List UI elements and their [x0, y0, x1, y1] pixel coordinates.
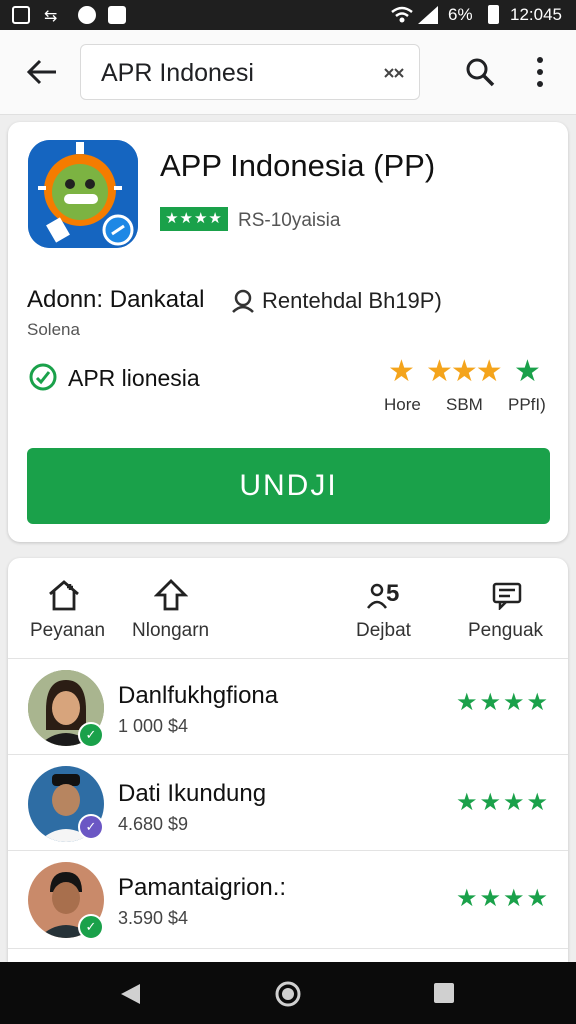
- star-icon: ★: [388, 355, 415, 388]
- brand-label: APR lionesia: [68, 365, 200, 391]
- search-icon[interactable]: [464, 56, 496, 88]
- divider: [8, 850, 568, 851]
- list-item[interactable]: ✓ Danlfukhgfiona 1 000 $4 ★★★★: [8, 660, 568, 754]
- list-item[interactable]: ✓ Dati Ikundung 4.680 $9 ★★★★: [8, 756, 568, 850]
- upload-icon: [154, 579, 188, 611]
- tab-dejbat[interactable]: 5 Dejbat: [356, 576, 426, 646]
- home-nav-icon[interactable]: [274, 980, 302, 1008]
- tab-label: Dejbat: [356, 620, 411, 641]
- verified-badge-icon: ✓: [78, 814, 104, 840]
- back-arrow-icon[interactable]: [26, 58, 58, 86]
- gallery-icon: [12, 6, 30, 24]
- search-query: APR Indonesi: [101, 59, 254, 87]
- wifi-icon: [391, 6, 413, 23]
- app-logo-icon[interactable]: [28, 140, 138, 248]
- search-input[interactable]: APR Indonesi: [80, 44, 420, 100]
- reviewer-stars: ★★★★: [456, 789, 551, 816]
- tab-nlongarn[interactable]: Nlongarn: [132, 576, 222, 646]
- notification-icon: [78, 6, 96, 24]
- tab-label: Nlongarn: [132, 620, 210, 641]
- reviewer-name: Danlfukhgfiona: [118, 682, 279, 709]
- battery-percent: 6%: [448, 5, 473, 24]
- verified-badge-icon: ✓: [78, 914, 104, 940]
- reviewer-stars: ★★★★: [456, 885, 551, 912]
- clear-icon[interactable]: [383, 65, 405, 81]
- sync-icon: ⇆: [44, 6, 62, 25]
- tab-count: 5: [386, 580, 400, 607]
- mini-rating-label-2: SBM: [446, 395, 483, 414]
- reviewer-name: Pamantaigrion.:: [118, 874, 287, 901]
- svg-text:⇆: ⇆: [44, 6, 57, 24]
- more-vert-icon[interactable]: [530, 54, 550, 90]
- signal-icon: [418, 6, 438, 24]
- search-bar: APR Indonesi: [0, 30, 576, 115]
- tab-label: Penguak: [468, 620, 544, 641]
- mini-rating-label-1: Hore: [384, 395, 421, 414]
- star-icon: ★★★: [426, 355, 503, 388]
- divider: [8, 754, 568, 755]
- divider: [8, 948, 568, 949]
- recents-nav-icon[interactable]: [434, 983, 454, 1003]
- list-item[interactable]: ✓ Pamantaigrion.: 3.590 $4 ★★★★: [8, 852, 568, 948]
- tab-penguak[interactable]: Penguak: [468, 576, 548, 646]
- star-icon: ★: [514, 355, 541, 388]
- battery-icon: [488, 5, 499, 24]
- reviewer-stars: ★★★★: [456, 689, 551, 716]
- review-icon: [492, 582, 522, 610]
- clock: 12:045: [510, 5, 562, 24]
- reviewer-count: 3.590 $4: [118, 908, 189, 928]
- rating-badge: ★★★★: [160, 207, 228, 231]
- rating-text: RS-10yaisia: [238, 210, 341, 231]
- tab-label: Peyanan: [30, 620, 106, 641]
- status-bar: ⇆ 6% 12:045: [0, 0, 576, 30]
- verified-icon: [29, 363, 57, 391]
- divider: [8, 658, 568, 659]
- home-icon: [49, 580, 79, 611]
- reviewer-name: Dati Ikundung: [118, 780, 267, 807]
- people-count-icon: [367, 583, 387, 609]
- mini-rating-label-3: PPfI): [508, 395, 546, 414]
- developer-sub: Solena: [27, 320, 80, 339]
- verified-badge-icon: ✓: [78, 722, 104, 748]
- navigation-bar: [0, 962, 576, 1024]
- developer-label: Adonn: Dankatal: [27, 286, 205, 313]
- install-button[interactable]: UNDJI: [27, 448, 550, 524]
- contact-icon: [232, 289, 254, 313]
- app-title: APP Indonesia (PP): [160, 148, 436, 183]
- reviewer-count: 1 000 $4: [118, 716, 189, 736]
- contact-label: Rentehdal Bh19P): [262, 288, 442, 313]
- back-nav-icon[interactable]: [118, 982, 142, 1006]
- message-icon: [108, 6, 126, 24]
- reviewer-count: 4.680 $9: [118, 814, 189, 834]
- tab-peyanan[interactable]: Peyanan: [30, 576, 106, 646]
